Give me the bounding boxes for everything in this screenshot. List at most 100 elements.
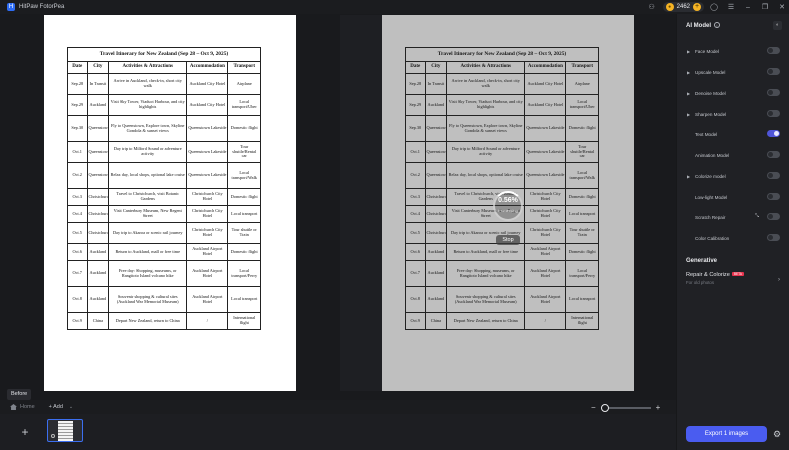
- column-header: Accommodation: [186, 61, 229, 74]
- zoom-out-icon[interactable]: −: [591, 403, 596, 412]
- table-cell: Queenstown: [424, 162, 448, 189]
- menu-icon[interactable]: ☰: [724, 0, 738, 14]
- model-toggle[interactable]: [767, 213, 780, 220]
- table-cell: In Transit: [86, 73, 110, 95]
- before-image: Travel Itinerary for New Zealand (Sep 28…: [44, 15, 296, 391]
- restore-icon[interactable]: ❐: [758, 0, 772, 14]
- repair-colorize-item[interactable]: Repair & Colorize BETA For old photos ›: [686, 272, 782, 294]
- export-button[interactable]: Export 1 images: [686, 426, 767, 442]
- model-toggle[interactable]: [767, 68, 780, 75]
- model-row[interactable]: Scratch Repair ⤡: [677, 211, 789, 223]
- expand-caret-icon[interactable]: ▶: [687, 174, 695, 179]
- table-cell: Oct.7: [405, 260, 426, 287]
- table-row: Sep.30 Queenstown Fly to Queenstown, Explo…: [405, 115, 599, 142]
- table-cell: Oct.9: [67, 312, 88, 330]
- table-row: Oct.8 Auckland Souvenir shopping & cultura…: [67, 286, 261, 313]
- expand-icon[interactable]: ⤡: [755, 213, 759, 219]
- table-row: Sep.29 Auckland Visit Sky Tower, Viaduct H…: [405, 94, 599, 116]
- user-icon[interactable]: ◯: [707, 0, 721, 14]
- itinerary-table-before: Travel Itinerary for New Zealand (Sep 28…: [67, 47, 261, 330]
- chevron-down-icon[interactable]: ⌄: [69, 404, 73, 410]
- table-cell: Auckland Airport Hotel: [186, 260, 229, 287]
- table-cell: Oct.5: [67, 222, 88, 244]
- table-cell: Arrive in Auckland, check-in, short city…: [108, 73, 188, 95]
- minimize-icon[interactable]: –: [741, 0, 755, 14]
- stop-button[interactable]: Stop: [496, 235, 520, 245]
- table-cell: International flight: [227, 312, 261, 330]
- table-cell: Oct.7: [67, 260, 88, 287]
- model-row[interactable]: ▶ Sharpen Model: [677, 108, 789, 120]
- table-cell: Depart New Zealand, return to China: [108, 312, 188, 330]
- table-cell: Christchurch: [424, 222, 448, 244]
- add-credit-icon[interactable]: +: [693, 3, 701, 11]
- table-cell: Queenstown Lakeside: [186, 162, 229, 189]
- table-row: Oct.1 Queenstown Day trip to Milford Sound…: [67, 141, 261, 163]
- table-cell: Tour shuttle/Rental car: [565, 141, 599, 163]
- model-row[interactable]: ▶ Colorize model: [677, 170, 789, 182]
- info-icon[interactable]: i: [714, 22, 720, 28]
- table-cell: Visit Canterbury Museum, New Regent Stre…: [108, 205, 188, 223]
- model-row[interactable]: Animation Model: [677, 149, 789, 161]
- credits-count: 2462: [676, 4, 690, 10]
- table-cell: Christchurch: [86, 205, 110, 223]
- credits-badge[interactable]: ● 2462 +: [662, 2, 704, 12]
- table-row: Oct.9 China Depart New Zealand, return to …: [67, 312, 261, 330]
- model-row[interactable]: Low-light Model: [677, 191, 789, 203]
- add-image-button[interactable]: +: [8, 422, 42, 442]
- model-row[interactable]: Text Model: [677, 128, 789, 140]
- add-button[interactable]: + Add: [49, 404, 63, 410]
- table-cell: Queenstown: [424, 141, 448, 163]
- model-row[interactable]: Color Calibration: [677, 232, 789, 244]
- model-toggle[interactable]: [767, 234, 780, 241]
- model-toggle[interactable]: [767, 130, 780, 137]
- zoom-slider-handle[interactable]: [600, 403, 609, 412]
- expand-caret-icon[interactable]: ▶: [687, 112, 695, 117]
- progress-status: Processing: [498, 208, 518, 213]
- close-icon[interactable]: ✕: [775, 0, 789, 14]
- table-cell: Local transport/Ferry: [227, 260, 261, 287]
- preview-canvas: Travel Itinerary for New Zealand (Sep 28…: [0, 14, 676, 400]
- table-cell: Christchurch: [86, 188, 110, 206]
- thumbnail-item[interactable]: [47, 419, 83, 442]
- table-cell: Sep.30: [405, 115, 426, 142]
- table-cell: Auckland: [424, 243, 448, 261]
- table-cell: Christchurch City Hotel: [186, 205, 229, 223]
- table-cell: Free day: Shopping, museums, or Rangitot…: [446, 260, 526, 287]
- table-cell: Local transport/Uber: [227, 94, 261, 116]
- model-row[interactable]: ▶ Face Model: [677, 45, 789, 57]
- table-cell: Queenstown Lakeside: [524, 141, 567, 163]
- expand-caret-icon[interactable]: ▶: [687, 91, 695, 96]
- model-row[interactable]: ▶ Denoise Model: [677, 87, 789, 99]
- table-cell: Tour shuttle or Train: [565, 222, 599, 244]
- model-row[interactable]: ▶ Upscale Model: [677, 66, 789, 78]
- table-cell: Auckland Airport Hotel: [186, 286, 229, 313]
- table-row: Sep.28 In Transit Arrive in Auckland, chec…: [67, 73, 261, 95]
- zoom-slider[interactable]: [600, 403, 651, 412]
- model-toggle[interactable]: [767, 151, 780, 158]
- expand-caret-icon[interactable]: ▶: [687, 70, 695, 75]
- model-toggle[interactable]: [767, 47, 780, 54]
- table-cell: Domestic flight: [227, 188, 261, 206]
- table-cell: Auckland: [86, 286, 110, 313]
- compare-icon[interactable]: ◐: [773, 21, 782, 30]
- column-header: Activities & Attractions: [108, 61, 188, 74]
- gamepad-icon[interactable]: ⚇: [645, 0, 659, 14]
- table-row: Oct.6 Auckland Return to Auckland, mall or…: [405, 243, 599, 261]
- table-cell: Auckland Airport Hotel: [524, 243, 567, 261]
- column-header: Transport: [565, 61, 599, 74]
- expand-caret-icon[interactable]: ▶: [687, 49, 695, 54]
- table-cell: Domestic flight: [227, 115, 261, 142]
- table-cell: Queenstown: [86, 115, 110, 142]
- table-cell: Domestic flight: [565, 188, 599, 206]
- home-button[interactable]: Home: [10, 404, 35, 410]
- model-toggle[interactable]: [767, 193, 780, 200]
- progress-spinner-icon: [493, 191, 523, 221]
- model-toggle[interactable]: [767, 172, 780, 179]
- model-toggle[interactable]: [767, 110, 780, 117]
- model-toggle[interactable]: [767, 89, 780, 96]
- table-cell: Local transport/Uber: [565, 94, 599, 116]
- zoom-in-icon[interactable]: +: [656, 403, 661, 412]
- table-cell: In Transit: [424, 73, 448, 95]
- gear-icon[interactable]: ⚙: [772, 429, 782, 439]
- table-cell: Christchurch: [424, 205, 448, 223]
